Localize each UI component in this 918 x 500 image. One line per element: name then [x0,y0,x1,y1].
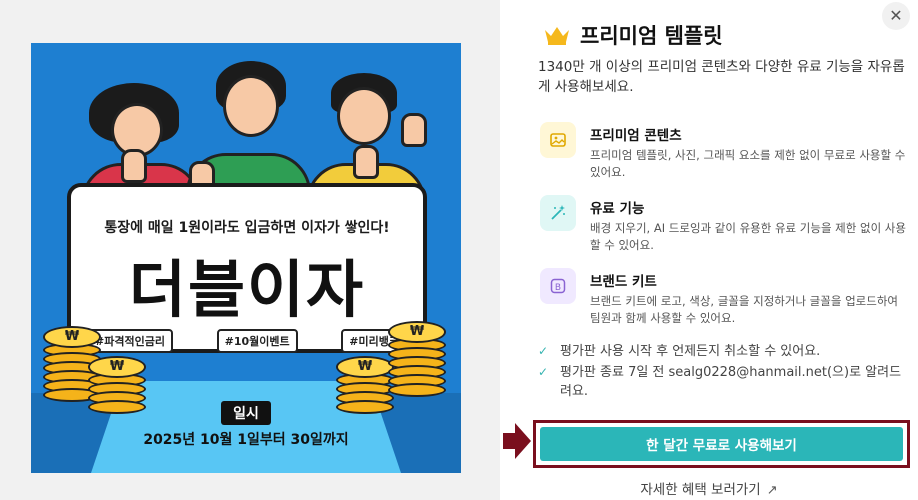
feature-name: 브랜드 키트 [590,274,657,290]
thumb-far-right [401,113,427,147]
panel-header: 프리미엄 템플릿 [544,20,723,50]
coin-stack [388,321,448,397]
poster-tag: #10월이벤트 [216,329,298,353]
more-benefits-label[interactable]: 자세한 혜택 보러가기 [640,482,760,498]
close-icon[interactable]: ✕ [882,2,910,30]
thumb-left [121,149,147,183]
poster-date: 2025년 10월 1일부터 30일까지 [143,432,349,448]
poster-subtitle: 통장에 매일 1원이라도 입금하면 이자가 쌓인다! [104,220,390,236]
poster-tags: #파격적인금리 #10월이벤트 #미리뱅크 [87,329,407,353]
more-benefits-link[interactable]: 자세한 혜택 보러가기 ↗ [500,478,918,498]
trial-note-text: 평가판 사용 시작 후 언제든지 취소할 수 있어요. [560,344,821,359]
feature-name: 프리미엄 콘텐츠 [590,128,682,144]
feature-brand-kit: B 브랜드 키트 브랜드 키트에 로고, 색상, 글꼴을 지정하거나 글꼴을 업… [540,268,912,327]
panel-description: 1340만 개 이상의 프리미엄 콘텐츠와 다양한 유료 기능을 자유롭게 사용… [538,59,905,95]
start-free-trial-button[interactable]: 한 달간 무료로 사용해보기 [540,427,903,461]
poster-badge: 일시 [31,401,461,425]
face-green [223,75,279,137]
feature-desc: 브랜드 키트에 로고, 색상, 글꼴을 지정하거나 글꼴을 업로드하여 팀원과 … [590,294,898,325]
external-link-icon: ↗ [766,483,778,498]
check-icon: ✓ [538,365,549,379]
panel-title: 프리미엄 템플릿 [580,24,723,48]
feature-paid-functions: 유료 기능 배경 지우기, AI 드로잉과 같이 유용한 유료 기능을 제한 없… [540,195,912,254]
crown-icon [544,25,570,45]
template-preview-image: 통장에 매일 1원이라도 입금하면 이자가 쌓인다! 더블이자 #파격적인금리 … [31,43,461,473]
feature-premium-content: 프리미엄 콘텐츠 프리미엄 템플릿, 사진, 그래픽 요소를 제한 없이 무료로… [540,122,912,181]
poster-headline: 더블이자 [128,253,366,326]
thumb-right [353,145,379,179]
arrow-right-icon [503,423,531,459]
face-yellow [337,87,391,145]
brand-kit-icon: B [540,268,576,304]
image-icon [540,122,576,158]
magic-wand-icon [540,195,576,231]
trial-notes: ✓ 평가판 사용 시작 후 언제든지 취소할 수 있어요. ✓ 평가판 종료 7… [538,342,910,403]
svg-text:B: B [555,283,561,293]
feature-desc: 프리미엄 템플릿, 사진, 그래픽 요소를 제한 없이 무료로 사용할 수 있어… [590,148,906,179]
trial-note: ✓ 평가판 종료 7일 전 sealg0228@hanmail.net(으)로 … [538,363,910,401]
check-icon: ✓ [538,344,549,358]
cta-highlight: 한 달간 무료로 사용해보기 [533,420,910,468]
poster-card: 통장에 매일 1원이라도 입금하면 이자가 쌓인다! 더블이자 #파격적인금리 … [67,183,427,353]
poster-badge-label: 일시 [221,401,271,425]
premium-panel: ✕ 프리미엄 템플릿 1340만 개 이상의 프리미엄 콘텐츠와 다양한 유료 … [500,0,918,500]
trial-note-text: 평가판 종료 7일 전 sealg0228@hanmail.net(으)로 알려… [560,365,902,399]
template-preview-pane: 통장에 매일 1원이라도 입금하면 이자가 쌓인다! 더블이자 #파격적인금리 … [0,0,500,500]
feature-desc: 배경 지우기, AI 드로잉과 같이 유용한 유료 기능을 제한 없이 사용할 … [590,221,906,252]
feature-name: 유료 기능 [590,201,645,217]
trial-note: ✓ 평가판 사용 시작 후 언제든지 취소할 수 있어요. [538,342,910,361]
